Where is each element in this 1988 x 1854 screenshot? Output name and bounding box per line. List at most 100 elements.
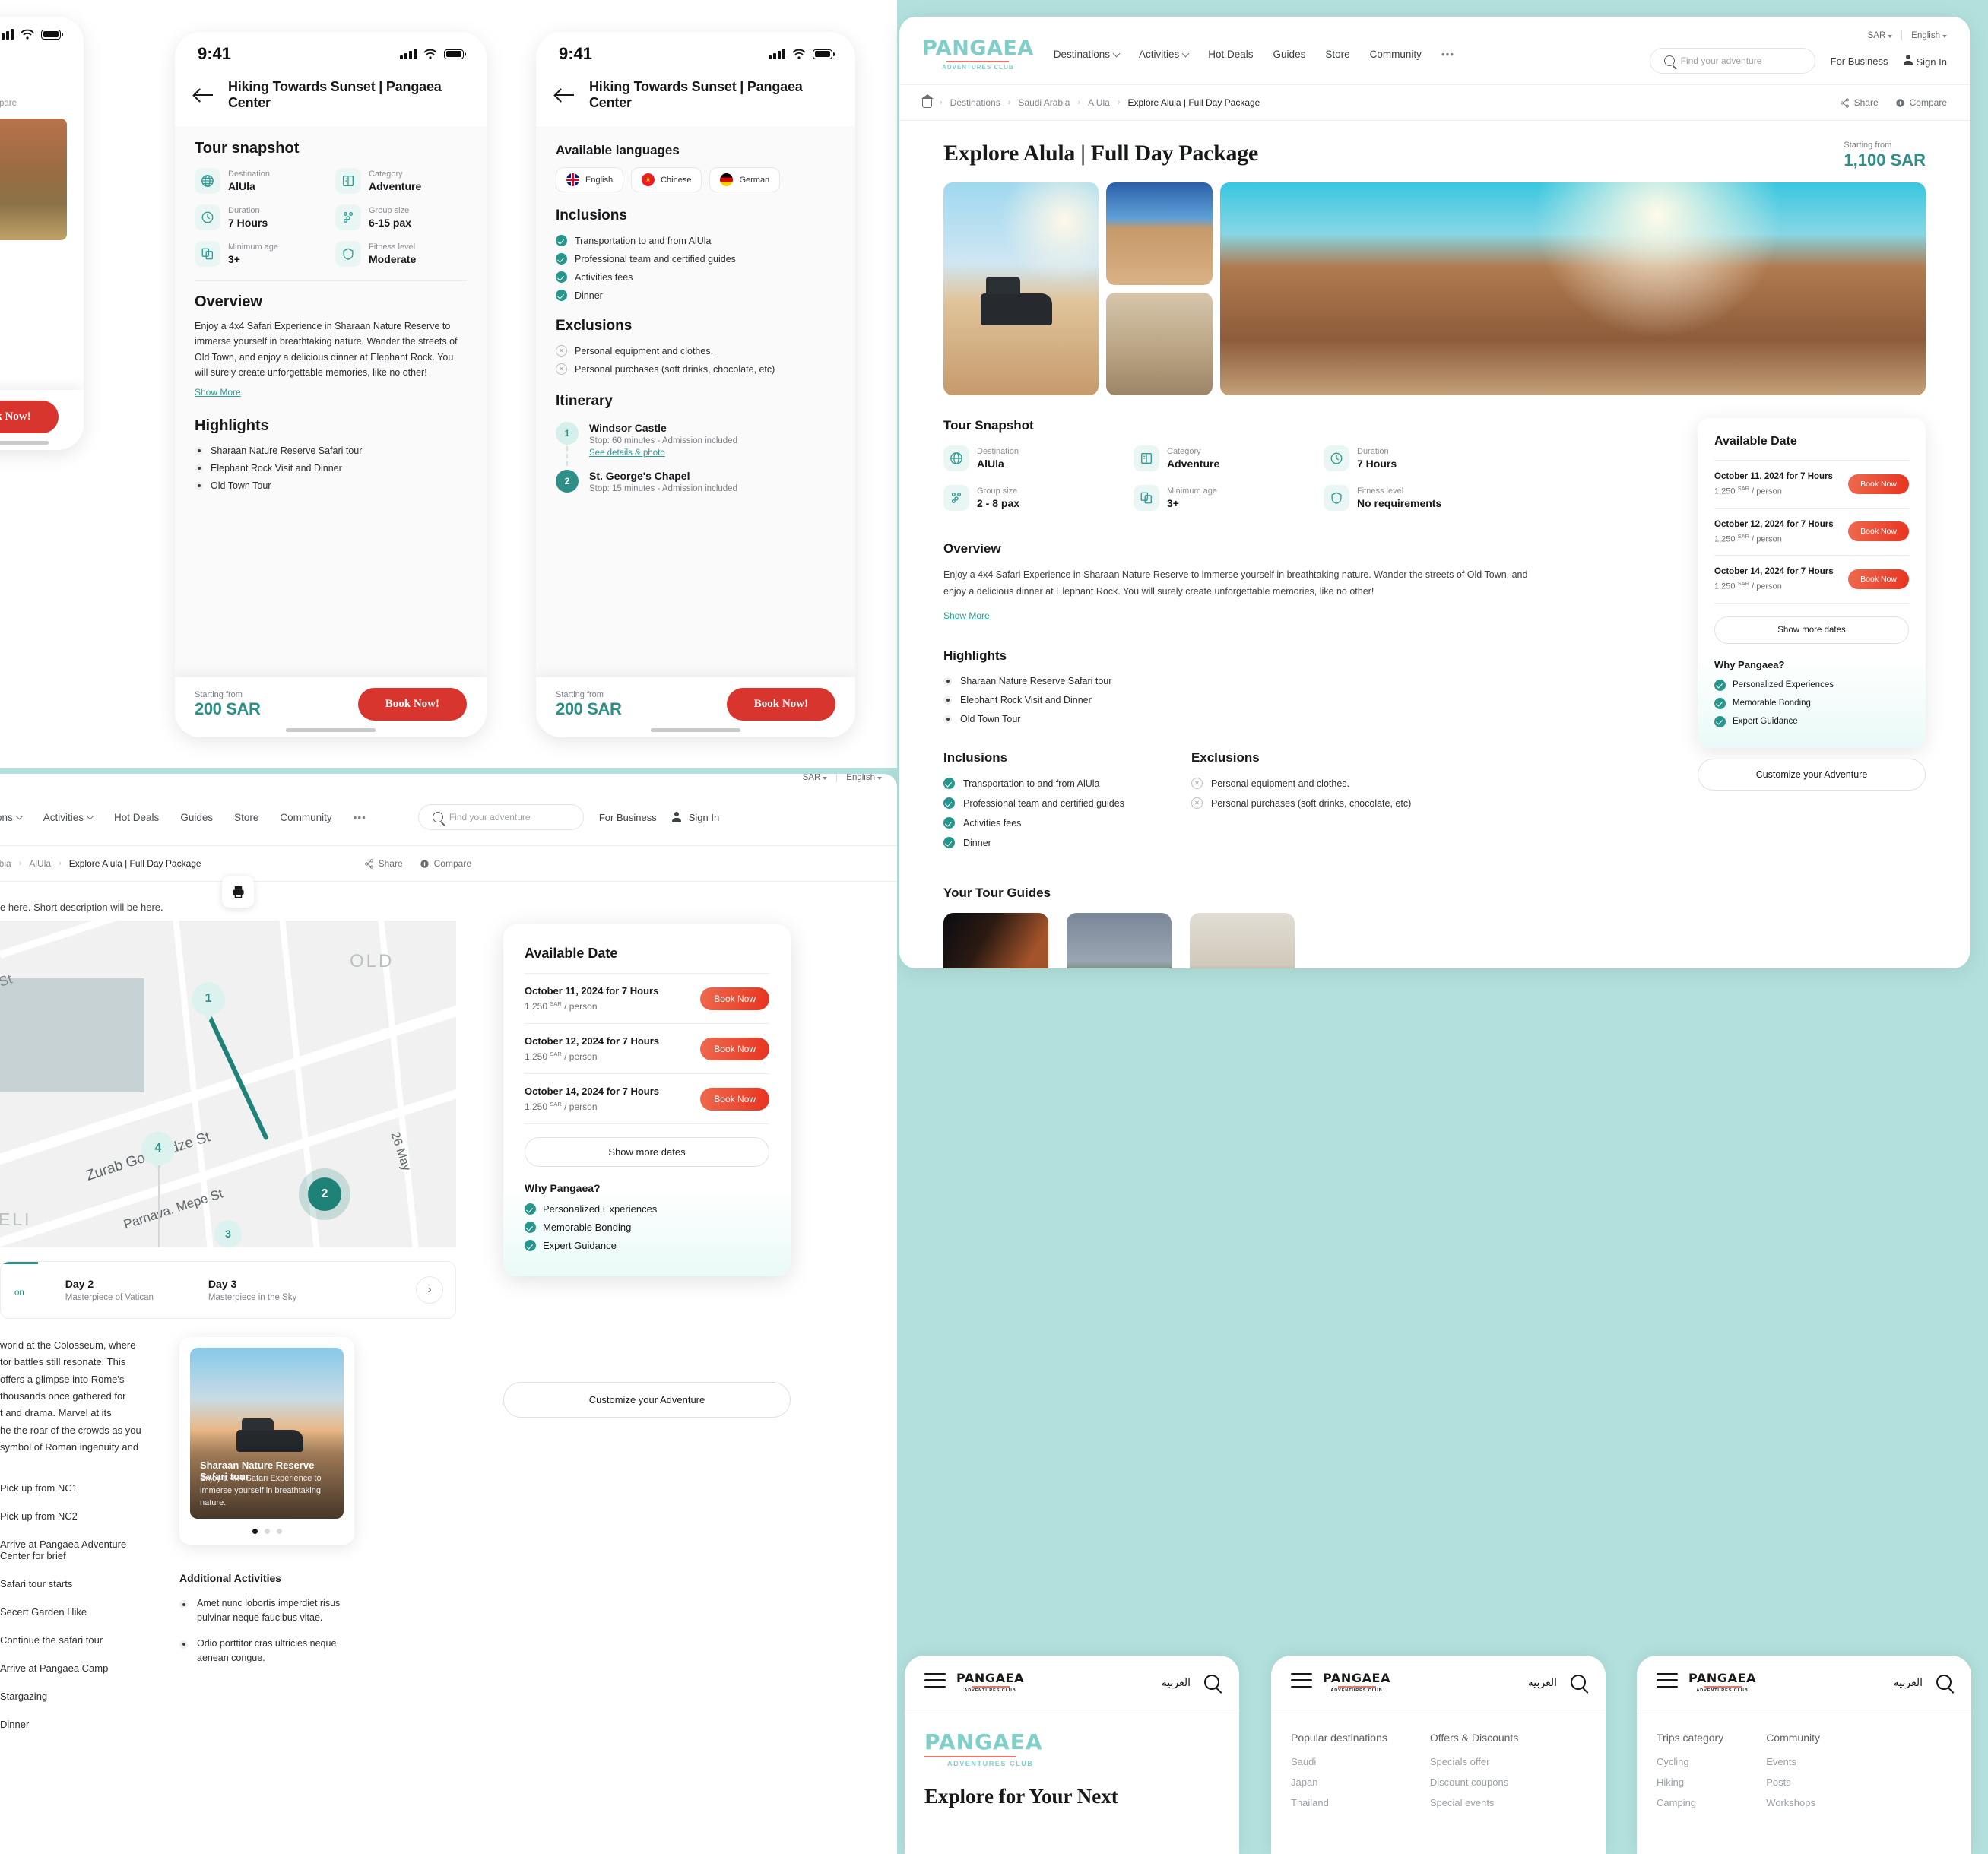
customize-adventure-button[interactable]: Customize your Adventure — [1698, 758, 1926, 791]
map-pin-2[interactable]: 2 — [308, 1177, 341, 1211]
arabic-language-link[interactable]: العربية — [1162, 1676, 1191, 1689]
gallery-image-rock[interactable] — [1106, 182, 1213, 285]
guide-card[interactable]: Hussein FuadMountain Guide — [1067, 913, 1172, 968]
language-chip-german[interactable]: German — [709, 167, 781, 192]
search-icon[interactable] — [1204, 1675, 1219, 1691]
language-selector[interactable]: English — [846, 774, 882, 782]
book-now-button[interactable]: Book Now — [1848, 569, 1909, 590]
search-input[interactable]: Find your adventure — [417, 804, 584, 830]
show-more-dates-button[interactable]: Show more dates — [525, 1137, 769, 1167]
nav-item-community[interactable]: Community — [280, 812, 331, 823]
menu-item[interactable]: Special events — [1430, 1797, 1518, 1808]
menu-item[interactable]: Japan — [1291, 1776, 1387, 1788]
book-now-button[interactable]: Book Now — [1848, 474, 1909, 494]
nav-item-hot-deals[interactable]: Hot Deals — [1208, 49, 1253, 60]
route-map[interactable]: OLD i St Zurab Gorgiladze St Parnava. Me… — [0, 921, 456, 1247]
book-now-button[interactable]: Book Now! — [0, 401, 59, 433]
guide-card[interactable]: Dina AllhayanMountain Guide — [943, 913, 1048, 968]
nav-item-store[interactable]: Store — [234, 812, 258, 823]
hamburger-menu-icon[interactable] — [1657, 1672, 1678, 1693]
menu-item[interactable]: Hiking — [1657, 1776, 1723, 1788]
tab-day-1[interactable]: on — [1, 1262, 38, 1318]
show-more-dates-button[interactable]: Show more dates — [1714, 616, 1909, 644]
search-icon[interactable] — [1571, 1675, 1586, 1691]
carousel-dots[interactable] — [190, 1529, 344, 1534]
menu-item[interactable]: Posts — [1766, 1776, 1820, 1788]
nav-item-destinations[interactable]: Destinations — [1054, 49, 1121, 60]
arabic-language-link[interactable]: العربية — [1528, 1676, 1557, 1689]
breadcrumb-saudi-arabia[interactable]: rabia — [0, 858, 11, 869]
nav-item-more[interactable]: ••• — [1441, 49, 1454, 60]
breadcrumb-alula[interactable]: AlUla — [29, 858, 51, 869]
breadcrumb-saudi-arabia[interactable]: Saudi Arabia — [1018, 97, 1070, 108]
customize-adventure-button-floating[interactable]: Customize your Adventure — [503, 1382, 791, 1418]
see-details-link[interactable]: See details & photo — [589, 448, 665, 458]
book-now-button[interactable]: Book Now — [700, 1037, 769, 1060]
nav-item-hot-deals[interactable]: Hot Deals — [114, 812, 159, 823]
compare-label[interactable]: Compare — [0, 99, 17, 108]
sign-in-link[interactable]: Sign In — [1903, 54, 1947, 68]
brand-logo[interactable]: PANGAEA ADVENTURES CLUB — [922, 38, 1034, 71]
map-pin-3[interactable]: 3 — [214, 1220, 242, 1247]
nav-item-activities[interactable]: Activities — [43, 812, 94, 823]
book-now-button[interactable]: Book Now — [700, 1087, 769, 1111]
menu-item[interactable]: Camping — [1657, 1797, 1723, 1808]
share-button[interactable]: Share — [1840, 97, 1879, 108]
menu-item[interactable]: Discount coupons — [1430, 1776, 1518, 1788]
for-business-link[interactable]: For Business — [1831, 55, 1888, 67]
nav-item-guides[interactable]: Guides — [180, 812, 213, 823]
breadcrumb-destinations[interactable]: Destinations — [950, 97, 1000, 108]
tab-day-3[interactable]: Day 3 Masterpiece in the Sky — [181, 1262, 324, 1318]
nav-item-activities[interactable]: Activities — [1139, 49, 1190, 60]
search-input[interactable]: Find your adventure — [1649, 48, 1815, 74]
safari-card[interactable]: Sharaan Nature Reserve Safari tour Enjoy… — [179, 1337, 354, 1545]
hamburger-menu-icon[interactable] — [924, 1672, 946, 1693]
nav-item-guides[interactable]: Guides — [1273, 49, 1306, 60]
breadcrumb-alula[interactable]: AlUla — [1088, 97, 1110, 108]
nav-item-destinations[interactable]: ions — [0, 812, 24, 823]
menu-item[interactable]: Events — [1766, 1756, 1820, 1767]
book-now-button[interactable]: Book Now! — [357, 688, 467, 721]
gallery-image-ruins[interactable] — [1106, 293, 1213, 395]
tab-day-2[interactable]: Day 2 Masterpiece of Vatican — [38, 1262, 181, 1318]
hamburger-menu-icon[interactable] — [1291, 1672, 1312, 1693]
search-icon[interactable] — [1936, 1675, 1952, 1691]
book-now-button[interactable]: Book Now — [1848, 521, 1909, 542]
gallery-image-desert-jeep[interactable] — [943, 182, 1099, 395]
language-chip-chinese[interactable]: ★ Chinese — [631, 167, 702, 192]
back-arrow-icon[interactable] — [556, 87, 575, 103]
language-chip-english[interactable]: English — [556, 167, 624, 192]
print-button[interactable] — [222, 876, 254, 908]
menu-item[interactable]: Cycling — [1657, 1756, 1723, 1767]
for-business-link[interactable]: For Business — [599, 812, 657, 823]
brand-logo[interactable]: PANGAEA ADVENTURES CLUB — [1323, 1672, 1390, 1693]
home-icon[interactable] — [921, 94, 934, 108]
currency-selector[interactable]: SAR — [803, 774, 828, 782]
dot-active[interactable] — [252, 1529, 258, 1534]
menu-item[interactable]: Thailand — [1291, 1797, 1387, 1808]
nav-item-community[interactable]: Community — [1370, 49, 1422, 60]
book-now-button[interactable]: Book Now! — [726, 688, 835, 721]
sign-in-link[interactable]: Sign In — [671, 812, 719, 823]
book-now-button[interactable]: Book Now — [700, 987, 769, 1010]
map-pin-1[interactable]: 1 — [192, 982, 225, 1016]
arabic-language-link[interactable]: العربية — [1894, 1676, 1923, 1689]
nav-item-store[interactable]: Store — [1325, 49, 1349, 60]
show-more-link[interactable]: Show More — [943, 610, 990, 621]
share-button[interactable]: Share — [364, 858, 403, 869]
dot[interactable] — [276, 1529, 282, 1534]
gallery-image-group[interactable] — [1220, 182, 1926, 395]
language-selector[interactable]: English — [1911, 31, 1947, 40]
guide-card[interactable]: Ibrahim ShamsMountain Guide — [1190, 913, 1295, 968]
compare-button[interactable]: Compare — [420, 858, 471, 869]
menu-item[interactable]: Specials offer — [1430, 1756, 1518, 1767]
nav-item-more[interactable]: ••• — [354, 812, 366, 823]
dot[interactable] — [264, 1529, 270, 1534]
show-more-link[interactable]: Show More — [195, 387, 241, 398]
brand-logo[interactable]: PANGAEA ADVENTURES CLUB — [956, 1672, 1024, 1693]
menu-item[interactable]: Workshops — [1766, 1797, 1820, 1808]
map-pin-4[interactable]: 4 — [141, 1132, 175, 1165]
back-arrow-icon[interactable] — [195, 87, 214, 103]
brand-logo[interactable]: PANGAEA ADVENTURES CLUB — [1688, 1672, 1756, 1693]
menu-item[interactable]: Saudi — [1291, 1756, 1387, 1767]
